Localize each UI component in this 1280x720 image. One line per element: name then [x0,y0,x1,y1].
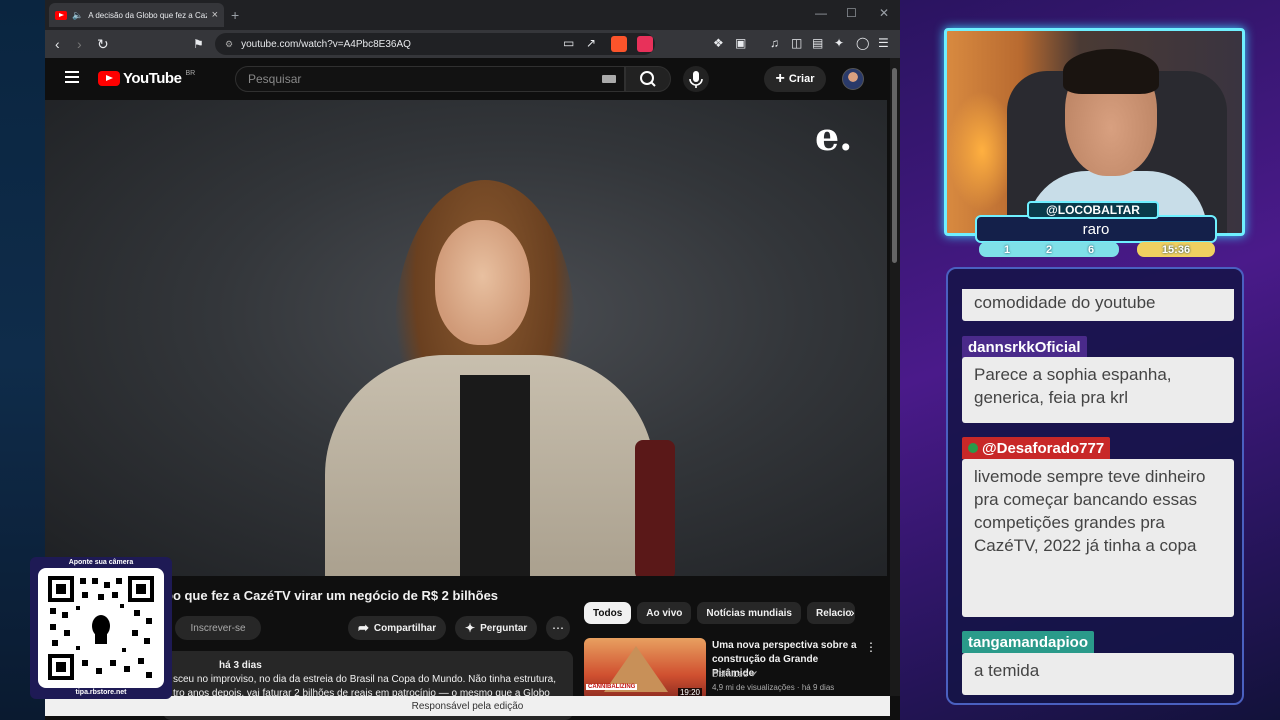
microphone-icon [689,71,703,88]
stream-clock: 15:36 [1137,242,1215,257]
badge-icon [968,443,978,453]
site-info-icon[interactable]: ⚙ [225,39,233,50]
ask-label: Perguntar [480,622,528,634]
share-arrow-icon: ➦ [358,620,369,635]
stat-badge-3: 6 [1063,242,1119,257]
recommendation-channel[interactable]: DamiLee ✔ [712,669,758,680]
create-button[interactable]: + Criar [764,66,826,92]
share-icon[interactable]: ↗ [586,36,596,50]
youtube-header: YouTube BR Pesquisar + Criar [45,58,890,100]
bookmark-icon[interactable]: ⚑ [193,36,204,52]
video-frame-person [315,180,655,576]
youtube-play-icon [98,71,120,86]
video-frame-chair [635,440,675,576]
recommendation-menu-icon[interactable]: ⋮ [865,640,877,654]
region-label: BR [185,70,196,77]
forward-icon[interactable]: › [77,36,82,52]
sidebar-icon[interactable]: ◫ [791,36,802,50]
brave-shields-icon[interactable] [611,36,627,52]
vpn-icon[interactable]: ◯ [856,36,869,50]
chat-message-text: livemode sempre teve dinheiro pra começa… [962,459,1234,617]
description-date: há 3 dias [219,660,262,671]
ask-button[interactable]: ✦ Perguntar [455,616,538,640]
chat-username: tangamandapioo [962,631,1095,653]
share-label: Compartilhar [373,622,437,634]
more-actions-button[interactable]: ⋯ [546,616,570,640]
chat-username-row: @Desaforado777 [962,437,1111,459]
streamer-handle: @LOCOBALTAR [1027,201,1159,219]
youtube-wordmark: YouTube [123,70,182,87]
back-icon[interactable]: ‹ [55,36,60,52]
tab-title: A decisão da Globo que fez a Cazé… [88,10,206,20]
browser-navbar: ‹ › ↻ ⚑ ⚙ youtube.com/watch?v=A4Pbc8E36A… [45,30,900,58]
chip-noticias-mundiais[interactable]: Notícias mundiais [697,602,801,624]
stream-status: raro [975,215,1217,243]
status-bar: Responsável pela edição [45,696,890,716]
browser-tab[interactable]: 🔈 A decisão da Globo que fez a Cazé… × [49,3,224,27]
qr-overlay: Aponte sua câmera tipa.rbstore.net [30,557,172,699]
leo-ai-icon[interactable]: ✦ [834,36,844,50]
channel-name: DamiLee [712,669,749,679]
new-tab-icon[interactable]: + [231,7,239,23]
sparkle-icon: ✦ [465,621,476,635]
search-input[interactable]: Pesquisar [235,66,625,92]
description-line-1: sceu no improviso, no dia da estreia do … [173,674,556,685]
subscribe-button[interactable]: Inscrever-se [175,616,261,640]
extensions-icon[interactable]: ❖ [713,36,724,50]
close-window-icon[interactable]: ✕ [879,6,889,20]
plus-icon: + [775,70,785,87]
chip-ao-vivo[interactable]: Ao vivo [637,602,692,624]
avatar[interactable] [842,68,864,90]
maximize-icon[interactable]: ☐ [846,6,857,20]
wallet-icon[interactable]: ▤ [812,36,823,50]
youtube-logo[interactable]: YouTube BR [98,70,195,87]
minimize-icon[interactable]: — [815,6,827,20]
chat-username: dannsrkkOficial [962,336,1087,358]
reload-icon[interactable]: ↻ [97,36,109,52]
guide-menu-icon[interactable] [65,71,79,83]
channel-watermark: e. [815,114,853,159]
speaker-icon[interactable]: 🔈 [72,10,83,21]
page-scrollbar[interactable] [890,58,900,696]
share-button[interactable]: ➦ Compartilhar [348,616,447,640]
chat-message-text: Parece a sophia espanha, generica, feia … [962,357,1234,423]
chat-message-text: comodidade do youtube [962,289,1234,321]
menu-icon[interactable]: ☰ [878,36,889,50]
chevron-right-icon[interactable]: › [850,604,855,620]
qr-code-icon [48,576,154,680]
search-button[interactable] [625,66,671,92]
search-placeholder: Pesquisar [248,72,302,86]
voice-search-button[interactable] [683,66,709,92]
browser-titlebar: 🔈 A decisão da Globo que fez a Cazé… × +… [45,0,900,30]
close-tab-icon[interactable]: × [212,9,218,21]
url-text: youtube.com/watch?v=A4Pbc8E36AQ [241,38,411,50]
thumbnail-label: CANNIBALIZING [586,684,638,690]
chip-todos[interactable]: Todos [584,602,632,624]
video-title: bo que fez a CazéTV virar um negócio de … [165,588,499,603]
media-icon[interactable]: ♫ [770,36,779,50]
create-label: Criar [788,73,815,85]
keyboard-icon[interactable] [602,75,616,83]
browser-window: 🔈 A decisão da Globo que fez a Cazé… × +… [45,0,900,720]
chip-relacionados[interactable]: Relacio [806,602,855,624]
search-icon [640,71,656,87]
streamer-nameplate: raro @LOCOBALTAR 1 2 6 15:36 [975,200,1217,258]
recommendation-thumbnail[interactable]: CANNIBALIZING 19:20 [584,638,706,700]
chat-message-text: a temida [962,653,1234,695]
recommendation-meta: 4,9 mi de visualizações · há 9 dias [712,683,835,692]
qr-caption-bottom: tipa.rbstore.net [75,689,127,696]
qr-card [38,568,164,688]
screenshot-icon[interactable]: ▣ [735,36,746,50]
qr-caption-top: Aponte sua câmera [68,559,134,566]
video-player[interactable]: e. [45,100,887,576]
brave-rewards-icon[interactable] [637,36,653,52]
chat-overlay: comodidade do youtube dannsrkkOficial Pa… [946,267,1244,705]
youtube-favicon-icon [55,10,67,20]
verified-icon: ✔ [750,669,759,679]
filter-chips: Todos Ao vivo Notícias mundiais Relacio [584,602,855,624]
cast-icon[interactable]: ▭ [563,36,574,50]
chat-username: @Desaforado777 [982,439,1105,457]
